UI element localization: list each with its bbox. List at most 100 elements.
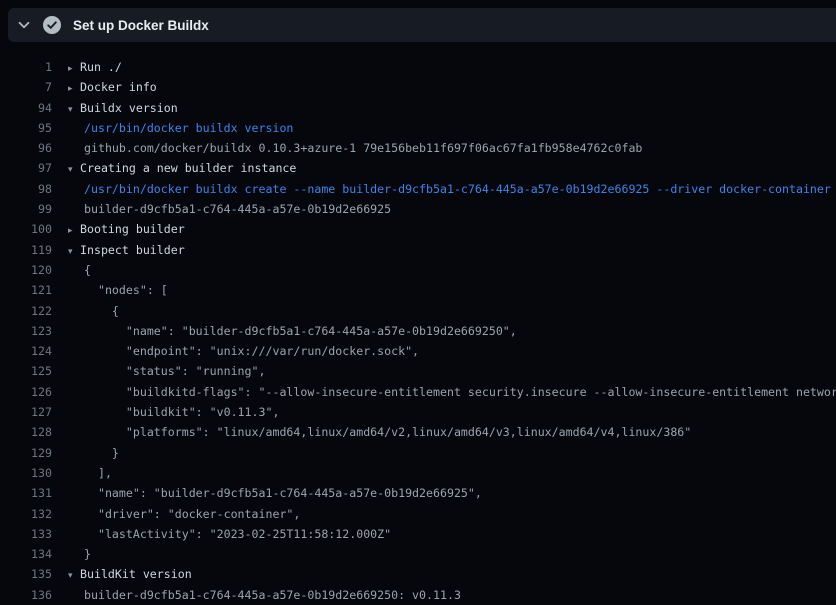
output-text: } (84, 443, 119, 463)
log-line: 94 ▾Buildx version (0, 98, 836, 118)
line-number[interactable]: 1 (0, 57, 52, 77)
log-line: 121 "nodes": [ (0, 280, 836, 300)
log-line: 96 github.com/docker/buildx 0.10.3+azure-… (0, 138, 836, 158)
log-line: 123 "name": "builder-d9cfb5a1-c764-445a-… (0, 321, 836, 341)
triangle-down-icon: ▾ (68, 100, 80, 118)
output-text: } (84, 544, 91, 564)
log-line: 136 builder-d9cfb5a1-c764-445a-a57e-0b19d… (0, 585, 836, 605)
output-text: builder-d9cfb5a1-c764-445a-a57e-0b19d2e6… (84, 585, 461, 605)
group-title: BuildKit version (80, 567, 192, 581)
output-text: "buildkit": "v0.11.3", (84, 402, 279, 422)
line-number[interactable]: 119 (0, 240, 52, 260)
log-line: 124 "endpoint": "unix:///var/run/docker.… (0, 341, 836, 361)
line-number[interactable]: 120 (0, 260, 52, 280)
log-group-header[interactable]: ▸Run ./ (68, 57, 122, 77)
log-line: 130 ], (0, 463, 836, 483)
triangle-down-icon: ▾ (68, 160, 80, 178)
group-title: Run ./ (80, 60, 122, 74)
group-title: Inspect builder (80, 243, 185, 257)
output-text: "buildkitd-flags": "--allow-insecure-ent… (84, 382, 836, 402)
log-line: 100 ▸Booting builder (0, 219, 836, 239)
log-group-header[interactable]: ▾Buildx version (68, 98, 178, 118)
line-number[interactable]: 136 (0, 585, 52, 605)
line-number[interactable]: 94 (0, 98, 52, 118)
line-number[interactable]: 126 (0, 382, 52, 402)
triangle-right-icon: ▸ (68, 59, 80, 77)
output-text: { (84, 301, 119, 321)
output-text: "name": "builder-d9cfb5a1-c764-445a-a57e… (84, 483, 482, 503)
line-number[interactable]: 125 (0, 361, 52, 381)
line-number[interactable]: 96 (0, 138, 52, 158)
chevron-down-icon[interactable] (15, 16, 33, 34)
log-line: 119 ▾Inspect builder (0, 240, 836, 260)
log-line: 126 "buildkitd-flags": "--allow-insecure… (0, 382, 836, 402)
log-line: 127 "buildkit": "v0.11.3", (0, 402, 836, 422)
log-group-header[interactable]: ▾Inspect builder (68, 240, 185, 260)
command-text: /usr/bin/docker buildx create --name bui… (84, 179, 831, 199)
log-line: 129 } (0, 443, 836, 463)
line-number[interactable]: 95 (0, 118, 52, 138)
line-number[interactable]: 7 (0, 77, 52, 97)
check-circle-icon (43, 16, 61, 34)
log-line: 128 "platforms": "linux/amd64,linux/amd6… (0, 422, 836, 442)
log-lines: 1▸Run ./7▸Docker info94▾Buildx version95… (0, 57, 836, 605)
log-line: 1 ▸Run ./ (0, 57, 836, 77)
line-number[interactable]: 97 (0, 158, 52, 178)
log-line: 97 ▾Creating a new builder instance (0, 158, 836, 178)
group-title: Buildx version (80, 101, 178, 115)
line-number[interactable]: 122 (0, 301, 52, 321)
step-header[interactable]: Set up Docker Buildx (8, 8, 836, 42)
triangle-down-icon: ▾ (68, 566, 80, 584)
step-title: Set up Docker Buildx (73, 18, 209, 33)
line-number[interactable]: 129 (0, 443, 52, 463)
log-line: 135 ▾BuildKit version (0, 564, 836, 584)
line-number[interactable]: 100 (0, 219, 52, 239)
output-text: builder-d9cfb5a1-c764-445a-a57e-0b19d2e6… (84, 199, 391, 219)
line-number[interactable]: 124 (0, 341, 52, 361)
output-text: "platforms": "linux/amd64,linux/amd64/v2… (84, 422, 691, 442)
log-group-header[interactable]: ▾BuildKit version (68, 564, 192, 584)
log-line: 99 builder-d9cfb5a1-c764-445a-a57e-0b19d2… (0, 199, 836, 219)
log-line: 125 "status": "running", (0, 361, 836, 381)
line-number[interactable]: 134 (0, 544, 52, 564)
line-number[interactable]: 121 (0, 280, 52, 300)
log-line: 120 { (0, 260, 836, 280)
output-text: "driver": "docker-container", (84, 504, 300, 524)
log-group-header[interactable]: ▸Booting builder (68, 219, 185, 239)
line-number[interactable]: 131 (0, 483, 52, 503)
output-text: ], (84, 463, 112, 483)
log-line: 95/usr/bin/docker buildx version (0, 118, 836, 138)
log-group-header[interactable]: ▾Creating a new builder instance (68, 158, 296, 178)
command-text: /usr/bin/docker buildx version (84, 118, 293, 138)
line-number[interactable]: 123 (0, 321, 52, 341)
output-text: github.com/docker/buildx 0.10.3+azure-1 … (84, 138, 642, 158)
triangle-right-icon: ▸ (68, 79, 80, 97)
line-number[interactable]: 133 (0, 524, 52, 544)
log-line: 122 { (0, 301, 836, 321)
log-line: 132 "driver": "docker-container", (0, 504, 836, 524)
output-text: { (84, 260, 91, 280)
line-number[interactable]: 98 (0, 179, 52, 199)
group-title: Docker info (80, 80, 157, 94)
group-title: Creating a new builder instance (80, 161, 296, 175)
line-number[interactable]: 135 (0, 564, 52, 584)
output-text: "status": "running", (84, 361, 265, 381)
log-line: 131 "name": "builder-d9cfb5a1-c764-445a-… (0, 483, 836, 503)
line-number[interactable]: 128 (0, 422, 52, 442)
triangle-down-icon: ▾ (68, 242, 80, 260)
line-number[interactable]: 132 (0, 504, 52, 524)
log-line: 133 "lastActivity": "2023-02-25T11:58:12… (0, 524, 836, 544)
output-text: "lastActivity": "2023-02-25T11:58:12.000… (84, 524, 391, 544)
log-group-header[interactable]: ▸Docker info (68, 77, 157, 97)
line-number[interactable]: 127 (0, 402, 52, 422)
line-number[interactable]: 99 (0, 199, 52, 219)
output-text: "nodes": [ (84, 280, 168, 300)
log-line: 7 ▸Docker info (0, 77, 836, 97)
group-title: Booting builder (80, 222, 185, 236)
log-line: 98/usr/bin/docker buildx create --name b… (0, 179, 836, 199)
triangle-right-icon: ▸ (68, 221, 80, 239)
log-line: 134} (0, 544, 836, 564)
actions-log-viewer: { "header": { "title": "Set up Docker Bu… (0, 0, 836, 604)
output-text: "endpoint": "unix:///var/run/docker.sock… (84, 341, 419, 361)
line-number[interactable]: 130 (0, 463, 52, 483)
